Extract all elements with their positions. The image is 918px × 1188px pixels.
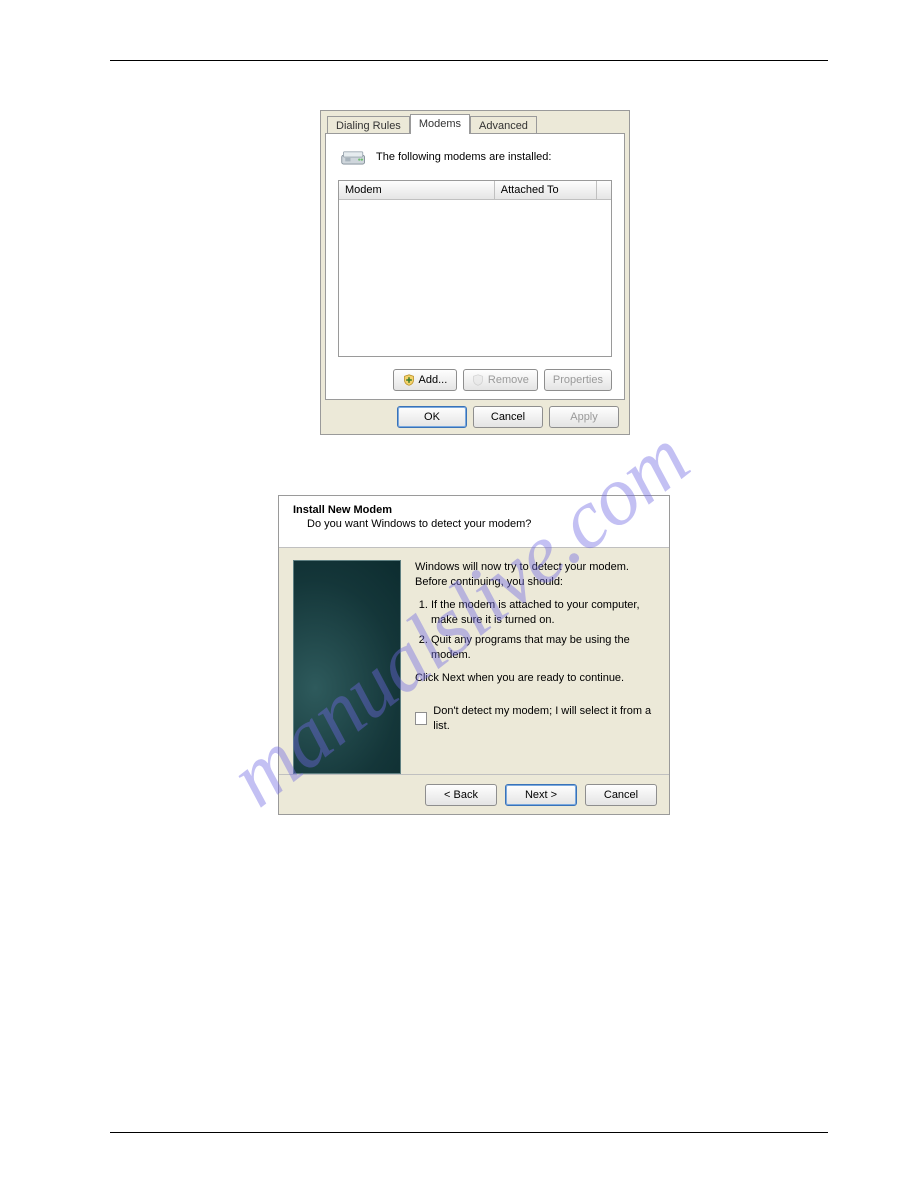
- tab-dialing-rules[interactable]: Dialing Rules: [327, 116, 410, 134]
- wizard-continue-text: Click Next when you are ready to continu…: [415, 671, 655, 686]
- wizard-header: Install New Modem Do you want Windows to…: [279, 496, 669, 548]
- modem-list[interactable]: Modem Attached To: [338, 180, 612, 357]
- dont-detect-checkbox[interactable]: [415, 712, 427, 725]
- install-new-modem-wizard: Install New Modem Do you want Windows to…: [278, 495, 670, 815]
- back-button[interactable]: < Back: [425, 784, 497, 806]
- wizard-step-2: Quit any programs that may be using the …: [431, 633, 655, 663]
- tab-panel-modems: The following modems are installed: Mode…: [325, 133, 625, 400]
- next-button[interactable]: Next >: [505, 784, 577, 806]
- wizard-body: Windows will now try to detect your mode…: [279, 548, 669, 774]
- dont-detect-checkbox-row[interactable]: Don't detect my modem; I will select it …: [415, 704, 655, 734]
- tab-modems[interactable]: Modems: [410, 114, 470, 134]
- ok-button[interactable]: OK: [397, 406, 467, 428]
- wizard-cancel-button[interactable]: Cancel: [585, 784, 657, 806]
- phone-modem-options-dialog: Dialing Rules Modems Advanced The follow…: [320, 110, 630, 435]
- dialog-button-bar: OK Cancel Apply: [321, 400, 629, 434]
- wizard-step-1: If the modem is attached to your compute…: [431, 598, 655, 628]
- remove-button-label: Remove: [488, 374, 529, 386]
- wizard-side-image: [293, 560, 401, 774]
- add-button[interactable]: Add...: [393, 369, 457, 391]
- dont-detect-checkbox-label: Don't detect my modem; I will select it …: [433, 704, 655, 734]
- wizard-text: Windows will now try to detect your mode…: [415, 560, 655, 774]
- tab-advanced[interactable]: Advanced: [470, 116, 537, 134]
- modem-list-header: Modem Attached To: [339, 181, 611, 200]
- add-button-label: Add...: [419, 374, 448, 386]
- page-footer-rule: [110, 1132, 828, 1133]
- modem-icon: [340, 146, 368, 168]
- installed-modems-label: The following modems are installed:: [376, 151, 551, 163]
- column-header-attached-to[interactable]: Attached To: [495, 181, 597, 199]
- wizard-subtitle: Do you want Windows to detect your modem…: [307, 518, 655, 530]
- tab-strip: Dialing Rules Modems Advanced: [321, 111, 629, 133]
- wizard-button-bar: < Back Next > Cancel: [279, 774, 669, 814]
- column-header-spacer: [597, 181, 611, 199]
- apply-button[interactable]: Apply: [549, 406, 619, 428]
- wizard-title: Install New Modem: [293, 504, 655, 516]
- properties-button[interactable]: Properties: [544, 369, 612, 391]
- shield-plus-icon: [403, 374, 415, 386]
- cancel-button[interactable]: Cancel: [473, 406, 543, 428]
- modem-action-buttons: Add... Remove Properties: [393, 369, 612, 391]
- shield-remove-icon: [472, 374, 484, 386]
- column-header-modem[interactable]: Modem: [339, 181, 495, 199]
- remove-button[interactable]: Remove: [463, 369, 538, 391]
- wizard-intro-text: Windows will now try to detect your mode…: [415, 560, 655, 590]
- page-header-rule: [110, 60, 828, 61]
